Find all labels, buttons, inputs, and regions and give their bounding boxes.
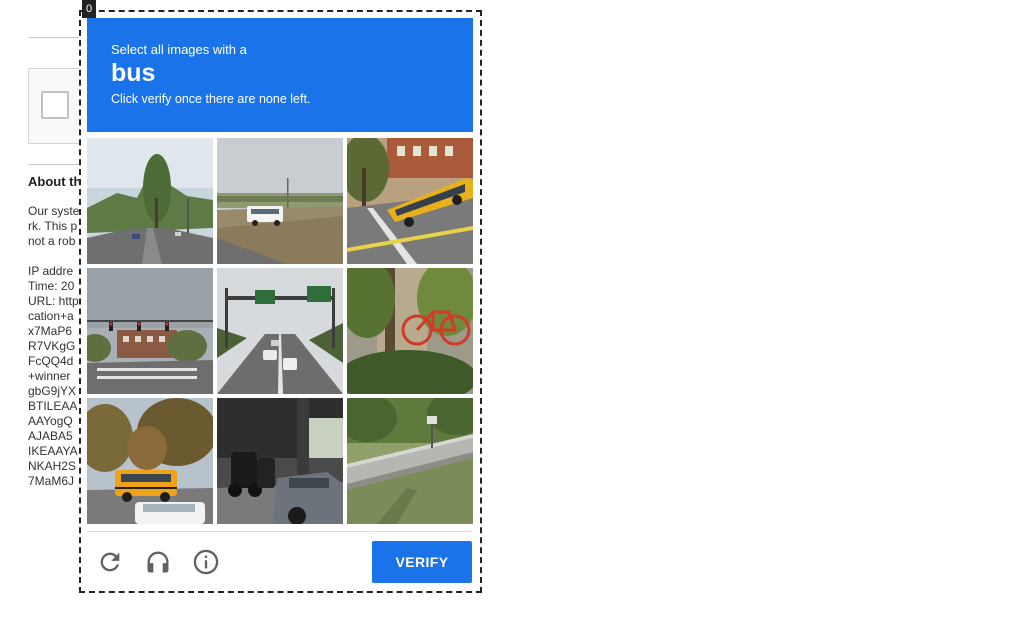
street-photo: [217, 138, 343, 264]
details-line: Time: 20: [28, 279, 75, 293]
image-tile-highway-overhead-sign[interactable]: [217, 268, 343, 394]
target-object-label: bus: [111, 59, 156, 87]
details-line: gbG9jYX: [28, 384, 77, 398]
reload-icon: [100, 552, 120, 572]
image-tile-street-with-trees[interactable]: [87, 138, 213, 264]
corner-tag: 0: [82, 0, 96, 18]
image-tile-intersection-traffic-lights[interactable]: [87, 268, 213, 394]
challenge-instructions: Select all images with a bus Click verif…: [87, 18, 473, 132]
paragraph-line: not a rob: [28, 234, 76, 248]
street-photo: [347, 268, 473, 394]
street-photo: [347, 398, 473, 524]
details-line: cation+a: [28, 309, 74, 323]
recaptcha-checkbox[interactable]: [41, 91, 69, 119]
audio-challenge-button[interactable]: [141, 545, 175, 579]
image-tile-scooters-and-car[interactable]: [217, 398, 343, 524]
details-line: x7MaP6: [28, 324, 73, 338]
street-photo: [347, 138, 473, 264]
about-heading: About th: [28, 174, 82, 189]
image-tile-white-shuttle-bus-roadside[interactable]: [217, 138, 343, 264]
street-photo: [217, 398, 343, 524]
details-line: R7VKgG: [28, 339, 76, 353]
details-line: +winner: [28, 369, 71, 383]
image-tile-bicycle-in-bushes[interactable]: [347, 268, 473, 394]
image-tile-bridge-over-grass[interactable]: [347, 398, 473, 524]
footer-divider: [87, 531, 473, 532]
details-line: URL: http: [28, 294, 79, 308]
details-line: IKEAAYA: [28, 444, 78, 458]
reload-button[interactable]: [93, 545, 127, 579]
paragraph-line: Our syste: [28, 204, 80, 218]
details-line: 7MaM6J: [28, 474, 75, 488]
instruction-subtext: Click verify once there are none left.: [111, 92, 311, 106]
street-photo: [87, 398, 213, 524]
details-line: BTILEAA: [28, 399, 78, 413]
headphones-icon: [147, 551, 169, 573]
image-tile-yellow-school-bus-parked[interactable]: [87, 398, 213, 524]
street-photo: [87, 268, 213, 394]
details-line: IP addre: [28, 264, 74, 278]
details-line: NKAH2S: [28, 459, 77, 473]
details-line: AJABA5: [28, 429, 73, 443]
paragraph-line: rk. This p: [28, 219, 78, 233]
info-icon: [193, 549, 219, 575]
street-photo: [217, 268, 343, 394]
info-button[interactable]: [189, 545, 223, 579]
image-tile-yellow-school-bus-intersection[interactable]: [347, 138, 473, 264]
street-photo: [87, 138, 213, 264]
instruction-text: Select all images with a: [111, 42, 247, 57]
details-line: FcQQ4d: [28, 354, 74, 368]
verify-button[interactable]: VERIFY: [372, 541, 472, 583]
details-line: AAYogQ: [28, 414, 73, 428]
